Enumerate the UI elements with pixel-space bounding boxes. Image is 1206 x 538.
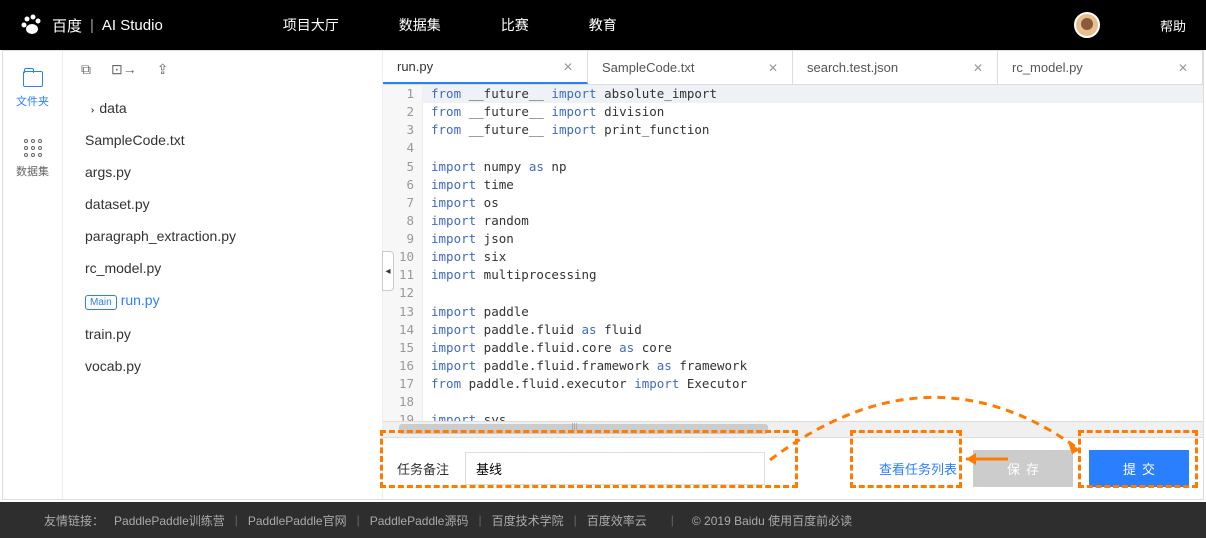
footer-link[interactable]: PaddlePaddle训练营 bbox=[114, 512, 225, 529]
save-button[interactable]: 保存 bbox=[973, 450, 1073, 487]
new-folder-icon[interactable]: ⊡→ bbox=[111, 61, 137, 78]
task-note-input[interactable] bbox=[465, 452, 765, 485]
tree-file[interactable]: paragraph_extraction.py bbox=[63, 220, 382, 252]
tree-file[interactable]: args.py bbox=[63, 156, 382, 188]
editor-tab[interactable]: SampleCode.txt✕ bbox=[588, 51, 793, 84]
footer-link[interactable]: 百度效率云 bbox=[587, 512, 647, 529]
brand-studio: AI Studio bbox=[102, 17, 163, 34]
code-editor[interactable]: 1from __future__ import absolute_import2… bbox=[383, 85, 1203, 421]
file-explorer: ⧉ ⊡→ ⇪ ⌃data SampleCode.txt args.py data… bbox=[63, 51, 383, 499]
footer: 友情链接： PaddlePaddle训练营| PaddlePaddle官网| P… bbox=[0, 502, 1206, 538]
nav-education[interactable]: 教育 bbox=[589, 15, 617, 35]
close-icon[interactable]: ✕ bbox=[768, 61, 778, 75]
view-tasks-link[interactable]: 查看任务列表 bbox=[879, 459, 957, 478]
dataset-icon bbox=[24, 139, 42, 157]
submit-button[interactable]: 提交 bbox=[1089, 450, 1189, 487]
tree-file[interactable]: vocab.py bbox=[63, 350, 382, 382]
folder-icon bbox=[23, 71, 43, 87]
close-icon[interactable]: ✕ bbox=[973, 61, 983, 75]
nav-help[interactable]: 帮助 bbox=[1160, 16, 1186, 35]
task-note-label: 任务备注 bbox=[397, 459, 449, 478]
nav-datasets[interactable]: 数据集 bbox=[399, 15, 441, 35]
brand-logo: 百度 | AI Studio bbox=[20, 13, 163, 37]
editor-tab[interactable]: run.py✕ bbox=[383, 51, 588, 84]
main-area: 文件夹 数据集 ⧉ ⊡→ ⇪ ⌃data SampleCode.txt args… bbox=[2, 50, 1204, 500]
user-avatar[interactable] bbox=[1074, 12, 1100, 38]
tree-file[interactable]: dataset.py bbox=[63, 188, 382, 220]
paw-icon bbox=[20, 13, 44, 37]
editor-pane: ◂ run.py✕SampleCode.txt✕search.test.json… bbox=[383, 51, 1203, 499]
nav-projects[interactable]: 项目大厅 bbox=[283, 15, 339, 35]
close-icon[interactable]: ✕ bbox=[1178, 61, 1188, 75]
tree-file-main[interactable]: Mainrun.py bbox=[63, 284, 382, 318]
rail-folder[interactable]: 文件夹 bbox=[16, 71, 49, 109]
file-tree: ⌃data SampleCode.txt args.py dataset.py … bbox=[63, 88, 382, 386]
tree-file[interactable]: train.py bbox=[63, 318, 382, 350]
close-icon[interactable]: ✕ bbox=[563, 60, 573, 74]
brand-baidu: 百度 bbox=[52, 15, 82, 36]
tree-folder-data[interactable]: ⌃data bbox=[63, 92, 382, 124]
top-header: 百度 | AI Studio 项目大厅 数据集 比赛 教育 帮助 bbox=[0, 0, 1206, 50]
editor-tabs: run.py✕SampleCode.txt✕search.test.json✕r… bbox=[383, 51, 1203, 85]
task-bar: 任务备注 查看任务列表 保存 提交 bbox=[383, 437, 1203, 499]
horizontal-scrollbar[interactable] bbox=[383, 421, 1203, 437]
left-rail: 文件夹 数据集 bbox=[3, 51, 63, 499]
nav-competitions[interactable]: 比赛 bbox=[501, 15, 529, 35]
tree-file[interactable]: SampleCode.txt bbox=[63, 124, 382, 156]
editor-tab[interactable]: rc_model.py✕ bbox=[998, 51, 1203, 84]
upload-icon[interactable]: ⇪ bbox=[157, 61, 169, 78]
footer-link[interactable]: PaddlePaddle官网 bbox=[248, 512, 347, 529]
rail-dataset[interactable]: 数据集 bbox=[16, 139, 49, 179]
footer-label: 友情链接： bbox=[44, 512, 104, 529]
footer-link[interactable]: PaddlePaddle源码 bbox=[370, 512, 469, 529]
collapse-sidebar-handle[interactable]: ◂ bbox=[382, 251, 394, 291]
new-file-icon[interactable]: ⧉ bbox=[81, 61, 91, 78]
footer-link[interactable]: 百度技术学院 bbox=[492, 512, 564, 529]
editor-tab[interactable]: search.test.json✕ bbox=[793, 51, 998, 84]
footer-copyright: © 2019 Baidu 使用百度前必读 bbox=[692, 512, 852, 529]
top-nav: 项目大厅 数据集 比赛 教育 bbox=[283, 15, 617, 35]
file-toolbar: ⧉ ⊡→ ⇪ bbox=[63, 51, 382, 88]
tree-file[interactable]: rc_model.py bbox=[63, 252, 382, 284]
